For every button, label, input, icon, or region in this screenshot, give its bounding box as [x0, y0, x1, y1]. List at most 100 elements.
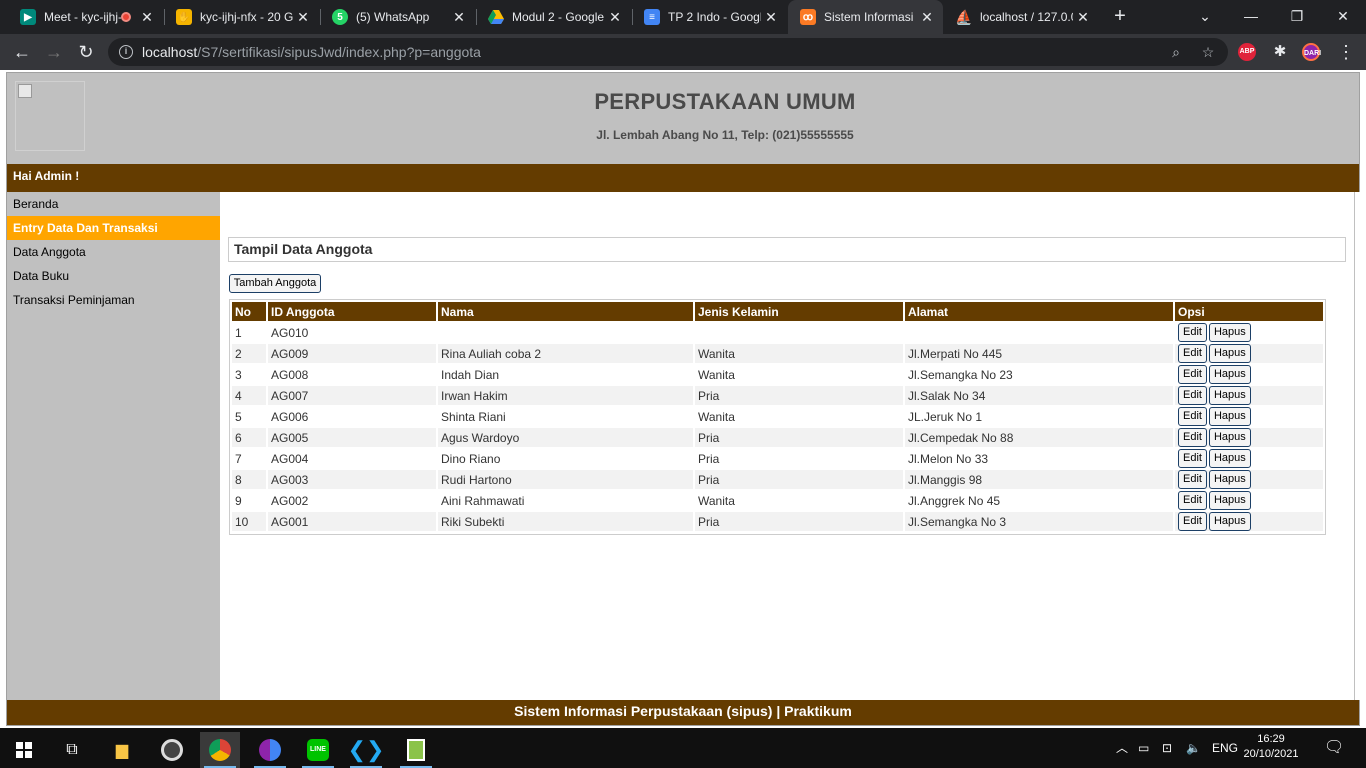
table-row: 4 AG007 Irwan Hakim Pria Jl.Salak No 34 Edit H… [232, 386, 1323, 405]
tab-docs[interactable]: ≡ TP 2 Indo - Google D ✕ [632, 0, 787, 34]
edit-button[interactable]: Edit [1178, 512, 1207, 531]
cell-jenis-kelamin: Wanita [698, 367, 735, 382]
cell-no: 4 [232, 386, 266, 405]
close-tab-icon[interactable]: ✕ [761, 9, 781, 26]
sidebar-item-data-anggota[interactable]: Data Anggota [7, 240, 220, 264]
cell-no: 7 [235, 451, 242, 466]
new-tab-button[interactable]: + [1108, 5, 1132, 29]
column-header-id: ID Anggota [268, 302, 436, 321]
edit-button[interactable]: Edit [1178, 470, 1207, 489]
close-tab-icon[interactable]: ✕ [1073, 9, 1093, 26]
tab-sistem-informasi[interactable]: ꝏ Sistem Informasi ✕ [788, 0, 943, 34]
system-clock[interactable]: 16:29 20/10/2021 [1236, 732, 1306, 762]
task-view-icon[interactable]: ⧉ [52, 732, 92, 768]
close-tab-icon[interactable]: ✕ [605, 9, 625, 26]
back-button[interactable]: ← [10, 40, 34, 64]
cell-no: 9 [235, 493, 242, 508]
close-tab-icon[interactable]: ✕ [917, 9, 937, 26]
cell-alamat: Jl.Manggis 98 [905, 470, 1173, 489]
close-window-button[interactable]: ✕ [1328, 4, 1358, 28]
tab-whatsapp[interactable]: 5 (5) WhatsApp ✕ [320, 0, 475, 34]
delete-button[interactable]: Hapus [1208, 512, 1251, 531]
cell-no: 1 [235, 325, 242, 340]
table-row: 2 AG009 Rina Auliah coba 2 Wanita Jl.Merpati… [232, 344, 1323, 363]
delete-button[interactable]: Hapus [1208, 365, 1251, 384]
cell-alamat [905, 323, 1173, 342]
start-windows-icon[interactable] [4, 732, 44, 768]
page-scrollbar[interactable] [1355, 192, 1360, 700]
close-tab-icon[interactable]: ✕ [293, 9, 313, 26]
delete-button[interactable]: Hapus [1208, 407, 1251, 426]
cell-id-anggota: AG004 [271, 451, 309, 466]
cell-id-anggota: AG007 [268, 386, 436, 405]
delete-button[interactable]: Hapus [1208, 491, 1251, 510]
media-player-icon[interactable] [152, 732, 192, 768]
delete-button[interactable]: Hapus [1208, 428, 1251, 447]
browser-tab-strip: ▶ Meet - kyc-ijhj-nfx ✕ ✋ kyc-ijhj-nfx -… [0, 0, 1366, 34]
reload-button[interactable]: ↻ [74, 40, 98, 64]
delete-button[interactable]: Hapus [1208, 386, 1251, 405]
tab-title: Sistem Informasi [824, 10, 914, 24]
sidebar-item-entry-data[interactable]: Entry Data Dan Transaksi [7, 216, 220, 240]
cell-jenis-kelamin: Wanita [695, 344, 903, 363]
edit-button[interactable]: Edit [1178, 386, 1207, 405]
vscode-icon[interactable]: ❮❯ [346, 732, 386, 768]
cell-nama: Rina Auliah coba 2 [438, 344, 693, 363]
volume-icon[interactable]: 🔈 [1186, 728, 1201, 768]
delete-button[interactable]: Hapus [1208, 344, 1251, 363]
web-page: PERPUSTAKAAN UMUM Jl. Lembah Abang No 11… [0, 70, 1366, 728]
profile-avatar[interactable]: DARI [1302, 43, 1321, 61]
tab-meet[interactable]: ▶ Meet - kyc-ijhj-nfx ✕ [8, 0, 163, 34]
line-app-icon[interactable]: LINE [298, 732, 338, 768]
network-icon[interactable]: ⊡ [1162, 728, 1172, 768]
edit-button[interactable]: Edit [1178, 449, 1207, 468]
main-content: Tampil Data Anggota Tambah Anggota No ID… [220, 192, 1354, 700]
sidebar-item-transaksi[interactable]: Transaksi Peminjaman [7, 288, 220, 312]
sidebar-item-beranda[interactable]: Beranda [7, 192, 220, 216]
tab-meet-2[interactable]: ✋ kyc-ijhj-nfx - 20 G ✕ [164, 0, 319, 34]
extensions-puzzle-icon[interactable]: ✱ [1268, 40, 1292, 64]
edit-button[interactable]: Edit [1178, 365, 1207, 384]
close-tab-icon[interactable]: ✕ [137, 9, 157, 26]
table-row: 9 AG002 Aini Rahmawati Wanita Jl.Anggrek No … [232, 491, 1323, 510]
edit-button[interactable]: Edit [1178, 491, 1207, 510]
add-member-button[interactable]: Tambah Anggota [229, 274, 321, 293]
language-indicator[interactable]: ENG [1212, 728, 1238, 768]
chrome-icon[interactable] [200, 732, 240, 768]
cell-alamat: JL.Jeruk No 1 [908, 409, 983, 424]
delete-button[interactable]: Hapus [1208, 470, 1251, 489]
bookmark-star-icon[interactable]: ☆ [1198, 42, 1218, 62]
delete-button[interactable]: Hapus [1208, 323, 1251, 342]
minimize-button[interactable]: — [1236, 4, 1266, 28]
edit-button[interactable]: Edit [1178, 428, 1207, 447]
cell-opsi: Edit Hapus [1175, 428, 1323, 447]
sidebar-item-data-buku[interactable]: Data Buku [7, 264, 220, 288]
file-explorer-icon[interactable]: ▆ [102, 732, 142, 768]
tab-title: Modul 2 - Google Dr [512, 10, 605, 24]
address-bar[interactable]: i localhost/S7/sertifikasi/sipusJwd/inde… [108, 38, 1228, 66]
chrome-profile-icon[interactable] [250, 732, 290, 768]
close-tab-icon[interactable]: ✕ [449, 9, 469, 26]
tab-title: Meet - kyc-ijhj-nfx [44, 10, 121, 24]
battery-icon[interactable]: ▭ [1138, 728, 1149, 768]
site-info-icon[interactable]: i [119, 45, 133, 59]
tray-chevron-icon[interactable]: ︿ [1116, 728, 1128, 768]
delete-button[interactable]: Hapus [1208, 449, 1251, 468]
cell-id-anggota: AG001 [268, 512, 436, 531]
tab-phpmyadmin[interactable]: ⛵ localhost / 127.0.0.1 ✕ [944, 0, 1099, 34]
windows-taskbar: ⧉ ▆ LINE ❮❯ ︿ ▭ ⊡ 🔈 ENG 16:29 20/10/2021… [0, 728, 1366, 768]
notepad-icon[interactable] [396, 732, 436, 768]
cell-nama: Agus Wardoyo [438, 428, 693, 447]
browser-menu-icon[interactable]: ⋮ [1334, 40, 1358, 64]
edit-button[interactable]: Edit [1178, 323, 1207, 342]
adblock-icon[interactable]: ABP [1238, 43, 1256, 61]
edit-button[interactable]: Edit [1178, 407, 1207, 426]
tab-drive[interactable]: Modul 2 - Google Dr ✕ [476, 0, 631, 34]
forward-button[interactable]: → [42, 40, 66, 64]
table-row: 3 AG008 Indah Dian Wanita Jl.Semangka No 23 E… [232, 365, 1323, 384]
edit-button[interactable]: Edit [1178, 344, 1207, 363]
notifications-icon[interactable]: 🗨 [1324, 728, 1344, 768]
tab-search-icon[interactable]: ⌄ [1190, 4, 1220, 28]
restore-button[interactable]: ❐ [1282, 4, 1312, 28]
zoom-icon[interactable]: ⌕ [1166, 42, 1186, 62]
